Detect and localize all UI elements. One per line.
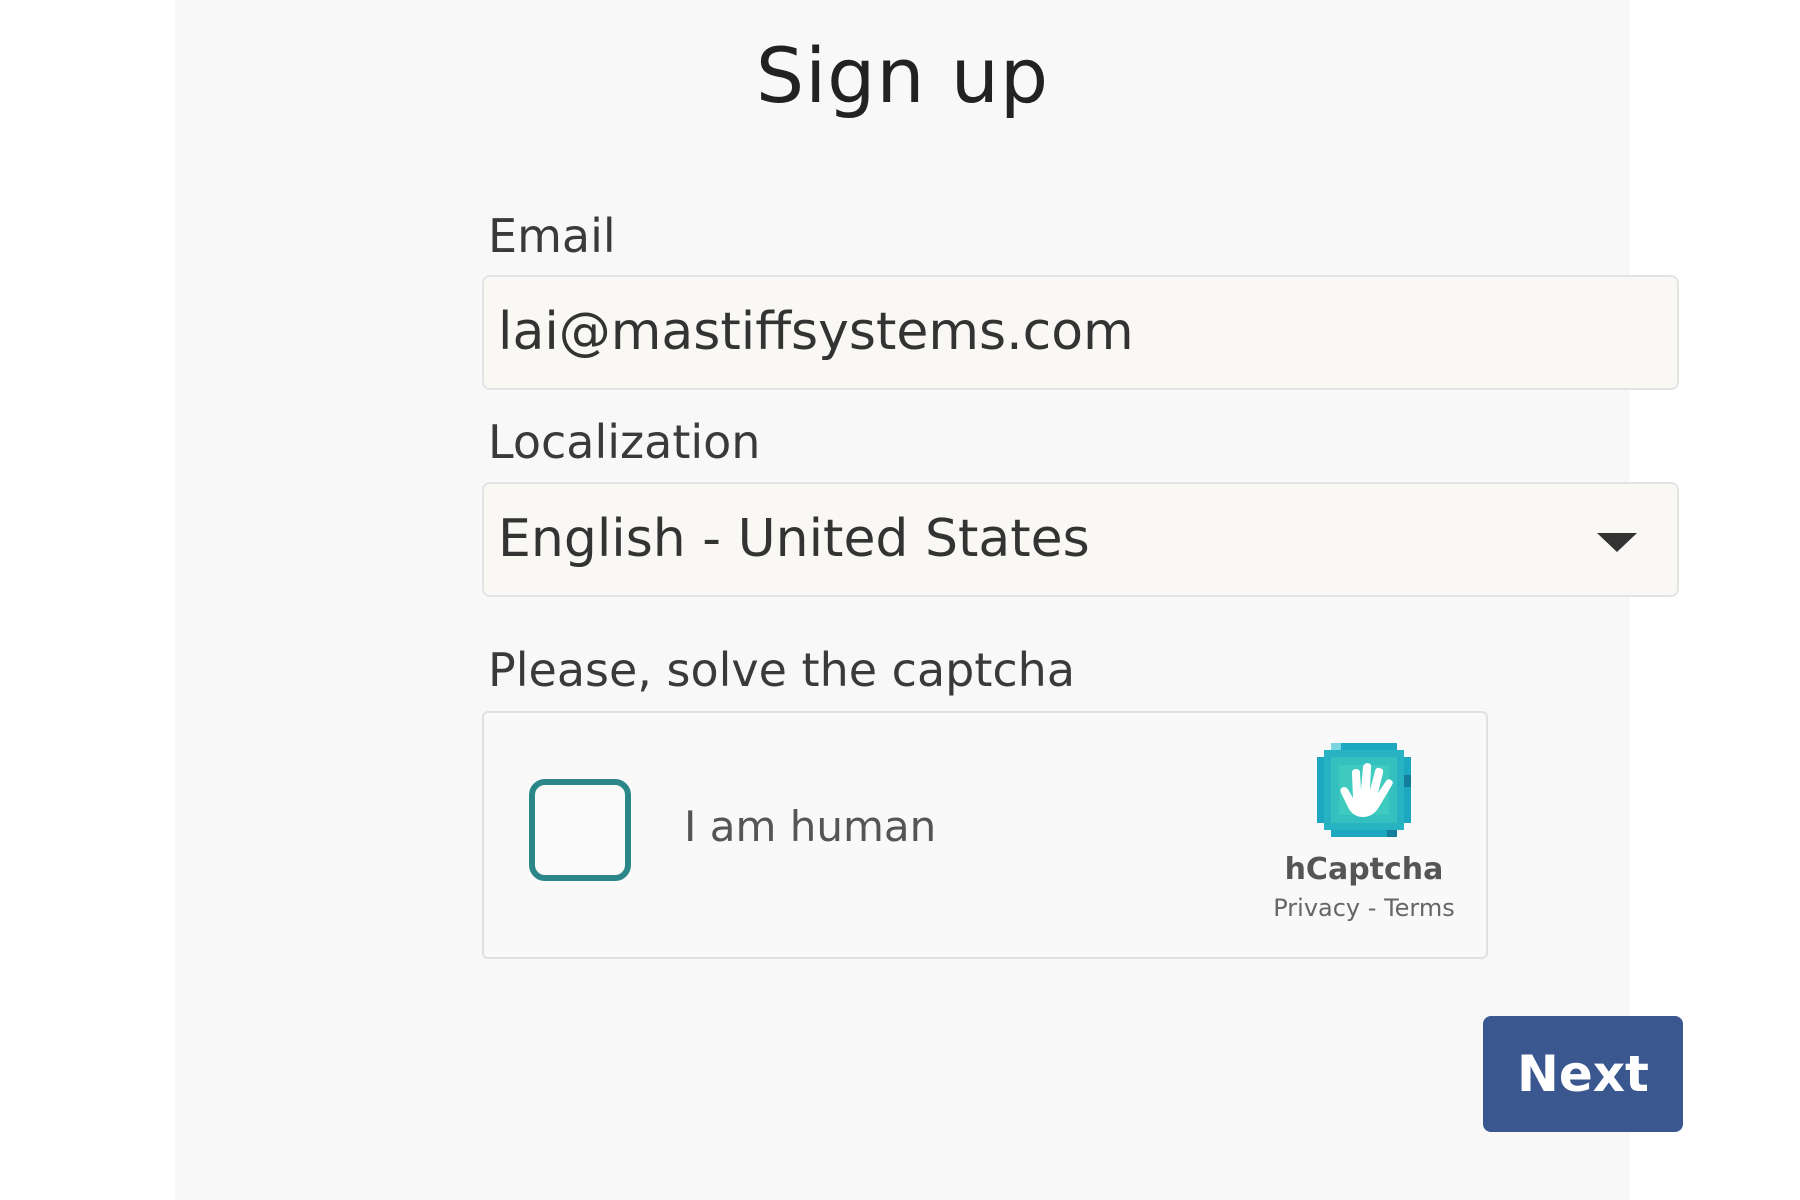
email-field[interactable]: lai@mastiffsystems.com [482, 275, 1679, 390]
localization-select[interactable]: English - United States [482, 482, 1679, 597]
next-button[interactable]: Next [1483, 1016, 1683, 1132]
localization-select-value: English - United States [498, 509, 1090, 569]
localization-label: Localization [488, 415, 761, 469]
chevron-down-icon [1597, 533, 1637, 552]
hcaptcha-links: Privacy - Terms [1234, 893, 1494, 923]
terms-link[interactable]: Terms [1384, 894, 1455, 922]
privacy-link[interactable]: Privacy [1273, 894, 1360, 922]
hcaptcha-logo-icon [1317, 743, 1411, 837]
captcha-checkbox[interactable] [529, 779, 631, 881]
signup-panel: Sign up Email lai@mastiffsystems.com Loc… [175, 0, 1683, 1200]
captcha-label: Please, solve the captcha [488, 643, 1076, 697]
page-title: Sign up [755, 31, 1050, 120]
hand-icon [1317, 743, 1411, 837]
links-separator: - [1360, 894, 1385, 922]
captcha-checkbox-text: I am human [684, 802, 937, 851]
page: Sign up Email lai@mastiffsystems.com Loc… [0, 0, 1800, 1200]
hcaptcha-brand: hCaptcha [1284, 852, 1444, 887]
captcha-widget: I am human hCaptcha Privacy - Terms [482, 711, 1488, 959]
email-label: Email [488, 209, 616, 263]
email-field-value: lai@mastiffsystems.com [498, 302, 1134, 362]
